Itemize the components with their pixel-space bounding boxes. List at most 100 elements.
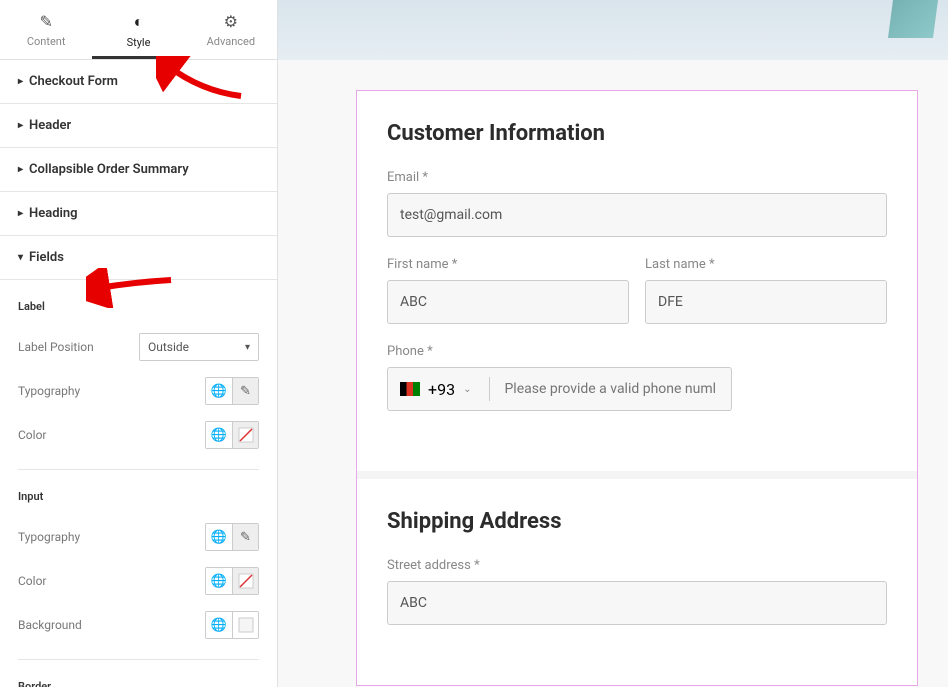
- chevron-down-icon: ▾: [245, 342, 250, 353]
- contrast-icon: ◐: [92, 12, 184, 32]
- shipping-section: Shipping Address Street address *: [357, 471, 917, 685]
- background-controls: 🌐: [205, 611, 259, 639]
- section-heading[interactable]: ▸ Heading: [0, 192, 277, 236]
- edit-typography-button[interactable]: ✎: [232, 378, 258, 404]
- section-collapsible-summary[interactable]: ▸ Collapsible Order Summary: [0, 148, 277, 192]
- globe-button[interactable]: 🌐: [206, 612, 232, 638]
- no-color-icon: [238, 573, 254, 589]
- dial-code: +93: [428, 380, 455, 399]
- phone-input-group: +93 ⌄: [387, 367, 732, 411]
- label-position-select[interactable]: Outside ▾: [139, 333, 259, 361]
- control-label-text: Typography: [18, 530, 80, 544]
- street-field-wrap: Street address *: [387, 558, 887, 625]
- section-header[interactable]: ▸ Header: [0, 104, 277, 148]
- group-border: Border: [18, 680, 259, 687]
- caret-right-icon: ▸: [18, 208, 23, 219]
- phone-country-select[interactable]: +93 ⌄: [388, 380, 483, 399]
- tab-content[interactable]: ✎ Content: [0, 0, 92, 59]
- section-label: Collapsible Order Summary: [29, 162, 189, 177]
- section-label: Heading: [29, 206, 78, 221]
- preview-area: Customer Information Email * First name …: [278, 0, 948, 687]
- divider: [18, 469, 259, 470]
- typography-controls: 🌐 ✎: [205, 523, 259, 551]
- globe-icon: 🌐: [211, 384, 227, 399]
- pencil-icon: ✎: [240, 384, 251, 399]
- first-name-input[interactable]: [387, 280, 629, 324]
- control-label-color: Color 🌐: [18, 413, 259, 457]
- tab-advanced[interactable]: ⚙ Advanced: [185, 0, 277, 59]
- email-label: Email *: [387, 170, 887, 185]
- phone-label: Phone *: [387, 344, 887, 359]
- control-label-text: Background: [18, 618, 82, 632]
- color-controls: 🌐: [205, 421, 259, 449]
- color-picker-button[interactable]: [232, 568, 258, 594]
- editor-tabs: ✎ Content ◐ Style ⚙ Advanced: [0, 0, 277, 60]
- edit-typography-button[interactable]: ✎: [232, 524, 258, 550]
- phone-input[interactable]: [496, 381, 731, 397]
- fields-panel: Label Label Position Outside ▾ Typograph…: [0, 280, 277, 687]
- caret-right-icon: ▸: [18, 76, 23, 87]
- form-widget[interactable]: Customer Information Email * First name …: [356, 90, 918, 686]
- customer-info-section: Customer Information Email * First name …: [357, 91, 917, 471]
- caret-down-icon: ▾: [18, 252, 23, 263]
- separator: [489, 377, 490, 401]
- globe-icon: 🌐: [211, 574, 227, 589]
- hero-banner: [278, 0, 948, 60]
- section-label: Checkout Form: [29, 74, 118, 89]
- phone-field-wrap: Phone * +93 ⌄: [387, 344, 887, 411]
- email-input[interactable]: [387, 193, 887, 237]
- pencil-icon: ✎: [0, 12, 92, 31]
- last-name-input[interactable]: [645, 280, 887, 324]
- section-fields[interactable]: ▾ Fields: [0, 236, 277, 280]
- hero-image: [888, 0, 938, 38]
- section-label: Fields: [29, 250, 64, 265]
- control-label-text: Label Position: [18, 340, 94, 354]
- group-input: Input: [18, 490, 259, 503]
- globe-button[interactable]: 🌐: [206, 422, 232, 448]
- group-label: Label: [18, 300, 259, 313]
- flag-icon: [400, 382, 420, 396]
- section-checkout-form[interactable]: ▸ Checkout Form: [0, 60, 277, 104]
- color-picker-button[interactable]: [232, 422, 258, 448]
- typography-controls: 🌐 ✎: [205, 377, 259, 405]
- last-name-label: Last name *: [645, 257, 887, 272]
- globe-icon: 🌐: [211, 428, 227, 443]
- email-field-wrap: Email *: [387, 170, 887, 237]
- globe-button[interactable]: 🌐: [206, 378, 232, 404]
- name-row: First name * Last name *: [387, 257, 887, 344]
- gear-icon: ⚙: [185, 12, 277, 31]
- street-input[interactable]: [387, 581, 887, 625]
- section-label: Header: [29, 118, 71, 133]
- empty-color-icon: [238, 617, 254, 633]
- control-label-text: Color: [18, 428, 46, 442]
- control-label-text: Typography: [18, 384, 80, 398]
- color-controls: 🌐: [205, 567, 259, 595]
- control-input-typography: Typography 🌐 ✎: [18, 515, 259, 559]
- last-name-field-wrap: Last name *: [645, 257, 887, 324]
- chevron-down-icon: ⌄: [463, 384, 471, 395]
- color-picker-button[interactable]: [232, 612, 258, 638]
- first-name-field-wrap: First name *: [387, 257, 629, 324]
- select-value: Outside: [148, 340, 189, 354]
- tab-style[interactable]: ◐ Style: [92, 0, 184, 59]
- section-title: Customer Information: [387, 121, 887, 146]
- tab-label: Style: [127, 36, 151, 49]
- no-color-icon: [238, 427, 254, 443]
- globe-button[interactable]: 🌐: [206, 524, 232, 550]
- tab-label: Content: [27, 35, 66, 48]
- divider: [18, 659, 259, 660]
- control-label-typography: Typography 🌐 ✎: [18, 369, 259, 413]
- section-title: Shipping Address: [387, 509, 887, 534]
- sidebar: ✎ Content ◐ Style ⚙ Advanced ▸ Checkout …: [0, 0, 278, 687]
- pencil-icon: ✎: [240, 530, 251, 545]
- street-label: Street address *: [387, 558, 887, 573]
- globe-icon: 🌐: [211, 530, 227, 545]
- control-input-color: Color 🌐: [18, 559, 259, 603]
- globe-icon: 🌐: [211, 618, 227, 633]
- control-input-background: Background 🌐: [18, 603, 259, 647]
- tab-label: Advanced: [207, 35, 255, 48]
- caret-right-icon: ▸: [18, 120, 23, 131]
- control-label-text: Color: [18, 574, 46, 588]
- globe-button[interactable]: 🌐: [206, 568, 232, 594]
- first-name-label: First name *: [387, 257, 629, 272]
